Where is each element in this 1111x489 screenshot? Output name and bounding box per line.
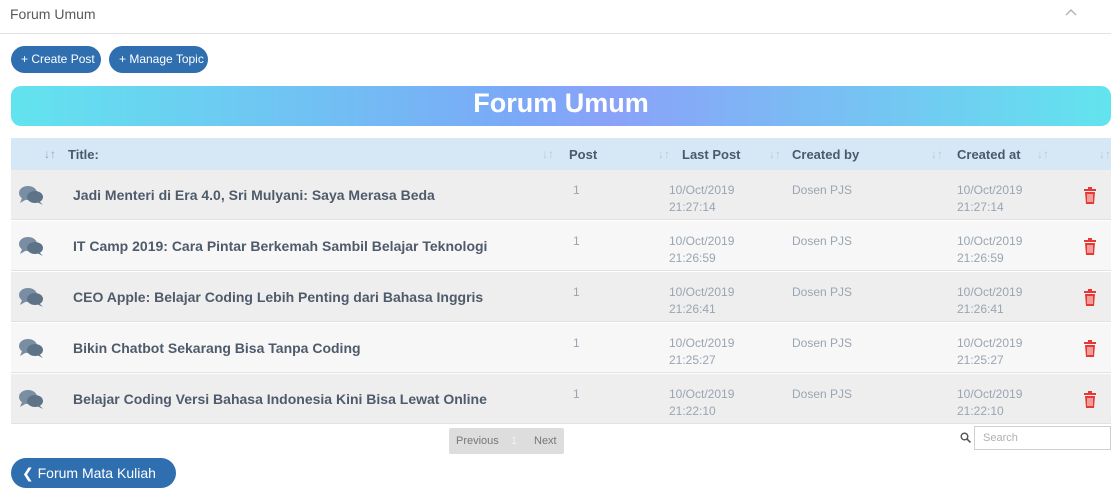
post-count: 1	[573, 183, 580, 197]
column-header-created-by[interactable]: Created by	[792, 147, 859, 162]
last-post-time: 10/Oct/2019 21:26:41	[669, 285, 735, 316]
created-at: 10/Oct/2019 21:26:59	[957, 234, 1023, 265]
created-by: Dosen PJS	[792, 336, 853, 350]
sort-icon[interactable]: ↓↑	[542, 147, 554, 161]
created-at: 10/Oct/2019 21:22:10	[957, 387, 1023, 418]
last-post-time: 10/Oct/2019 21:26:59	[669, 234, 735, 265]
column-header-last-post[interactable]: Last Post	[682, 147, 741, 162]
table-header: ↓↑ Title: ↓↑ Post ↓↑ Last Post ↓↑ Create…	[11, 138, 1111, 170]
created-by: Dosen PJS	[792, 285, 853, 299]
forum-mata-kuliah-button[interactable]: ❮ Forum Mata Kuliah	[11, 458, 176, 488]
sort-asc-icon[interactable]: ↓↑	[44, 147, 56, 161]
back-button-label: Forum Mata Kuliah	[37, 465, 156, 481]
topic-title-link[interactable]: IT Camp 2019: Cara Pintar Berkemah Sambi…	[73, 238, 487, 254]
topic-title-link[interactable]: Bikin Chatbot Sekarang Bisa Tanpa Coding	[73, 340, 361, 356]
created-at: 10/Oct/2019 21:27:14	[957, 183, 1023, 214]
last-post-time: 10/Oct/2019 21:25:27	[669, 336, 735, 367]
sort-icon[interactable]: ↓↑	[769, 147, 781, 161]
trash-icon[interactable]	[1083, 187, 1097, 204]
post-count: 1	[573, 234, 580, 248]
post-count: 1	[573, 387, 580, 401]
sort-icon[interactable]: ↓↑	[1037, 147, 1049, 161]
post-count: 1	[573, 336, 580, 350]
topic-title-link[interactable]: Jadi Menteri di Era 4.0, Sri Mulyani: Sa…	[73, 187, 435, 203]
topic-title-link[interactable]: Belajar Coding Versi Bahasa Indonesia Ki…	[73, 391, 487, 407]
sort-icon[interactable]: ↓↑	[931, 147, 943, 161]
created-by: Dosen PJS	[792, 183, 853, 197]
panel-header: Forum Umum	[0, 0, 1111, 34]
banner-title: Forum Umum	[473, 88, 649, 118]
current-page-number[interactable]: 1	[511, 435, 517, 447]
table-row[interactable]: CEO Apple: Belajar Coding Lebih Penting …	[11, 272, 1111, 322]
created-at: 10/Oct/2019 21:25:27	[957, 336, 1023, 367]
column-header-created-at[interactable]: Created at	[957, 147, 1021, 162]
manage-topic-button[interactable]: + Manage Topic	[109, 46, 208, 73]
last-post-time: 10/Oct/2019 21:27:14	[669, 183, 735, 214]
post-count: 1	[573, 285, 580, 299]
trash-icon[interactable]	[1083, 289, 1097, 306]
panel-title: Forum Umum	[10, 6, 96, 22]
trash-icon[interactable]	[1083, 340, 1097, 357]
forum-banner: Forum Umum	[11, 86, 1111, 126]
chat-bubbles-icon	[19, 288, 43, 307]
chat-bubbles-icon	[19, 237, 43, 256]
created-at: 10/Oct/2019 21:26:41	[957, 285, 1023, 316]
chat-bubbles-icon	[19, 390, 43, 409]
column-header-title[interactable]: Title:	[68, 147, 99, 162]
chevron-left-icon: ❮	[22, 465, 34, 481]
trash-icon[interactable]	[1083, 238, 1097, 255]
created-by: Dosen PJS	[792, 234, 853, 248]
created-by: Dosen PJS	[792, 387, 853, 401]
trash-icon[interactable]	[1083, 391, 1097, 408]
table-row[interactable]: Bikin Chatbot Sekarang Bisa Tanpa Coding…	[11, 323, 1111, 373]
chat-bubbles-icon	[19, 186, 43, 205]
sort-icon[interactable]: ↓↑	[658, 147, 670, 161]
topic-title-link[interactable]: CEO Apple: Belajar Coding Lebih Penting …	[73, 289, 483, 305]
search-icon	[960, 432, 971, 443]
create-post-button[interactable]: + Create Post	[11, 46, 101, 73]
previous-page-button[interactable]: Previous	[456, 435, 499, 447]
sort-icon[interactable]: ↓↑	[1099, 147, 1111, 161]
table-row[interactable]: IT Camp 2019: Cara Pintar Berkemah Sambi…	[11, 221, 1111, 271]
pagination: Previous 1 Next	[449, 428, 564, 454]
table-row[interactable]: Belajar Coding Versi Bahasa Indonesia Ki…	[11, 374, 1111, 424]
column-header-post[interactable]: Post	[569, 147, 597, 162]
table-row[interactable]: Jadi Menteri di Era 4.0, Sri Mulyani: Sa…	[11, 170, 1111, 220]
chevron-up-icon[interactable]	[1064, 6, 1078, 20]
search-input[interactable]	[974, 426, 1111, 450]
chat-bubbles-icon	[19, 339, 43, 358]
last-post-time: 10/Oct/2019 21:22:10	[669, 387, 735, 418]
next-page-button[interactable]: Next	[534, 435, 557, 447]
